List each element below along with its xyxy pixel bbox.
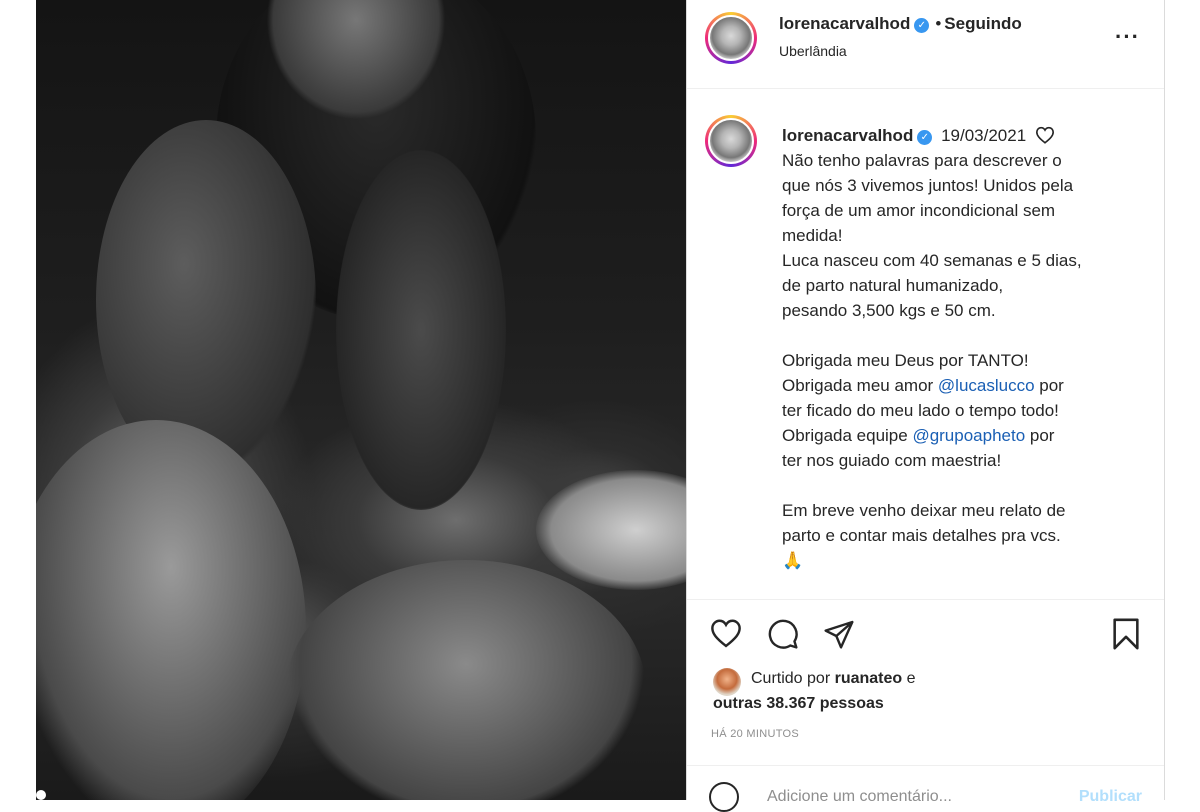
caption-line: pesando 3,500 kgs e 50 cm.	[782, 301, 996, 320]
caption-line: medida!	[782, 226, 843, 245]
caption-text-segment: por	[1034, 376, 1064, 395]
caption-username[interactable]: lorenacarvalhod	[782, 126, 913, 145]
liker-avatar[interactable]	[713, 668, 741, 696]
caption-line: ter nos guiado com maestria!	[782, 451, 1002, 470]
bookmark-icon[interactable]	[1111, 617, 1141, 651]
comment-icon[interactable]	[767, 618, 799, 650]
pray-emoji: 🙏	[782, 551, 804, 570]
caption-line: Luca nasceu com 40 semanas e 5 dias,	[782, 251, 1082, 270]
verified-badge-icon: ✓	[917, 130, 933, 145]
caption-line: de parto natural humanizado,	[782, 276, 1004, 295]
caption-area: lorenacarvalhod ✓ 19/03/2021 Não tenho pa…	[687, 89, 1164, 599]
post-timestamp[interactable]: HÁ 20 MINUTOS	[711, 728, 799, 740]
caption-text-segment: Obrigada meu amor	[782, 376, 938, 395]
likes-prefix: Curtido por	[751, 670, 835, 687]
mention-link[interactable]: @grupoapheto	[912, 426, 1025, 445]
caption-line: parto e contar mais detalhes pra vcs.	[782, 526, 1061, 545]
caption-like-heart-icon[interactable]	[1035, 126, 1055, 144]
caption-line: ter ficado do meu lado o tempo todo!	[782, 401, 1059, 420]
publish-button[interactable]: Publicar	[1079, 788, 1142, 806]
likes-summary[interactable]: Curtido por ruanateo e outras 38.367 pes…	[713, 666, 916, 716]
separator-dot: •	[935, 14, 942, 33]
caption-line: força de um amor incondicional sem	[782, 201, 1056, 220]
author-avatar[interactable]	[705, 12, 757, 64]
comment-input[interactable]: Adicione um comentário...	[767, 788, 952, 806]
caption-author-avatar[interactable]	[705, 115, 757, 167]
verified-badge-icon: ✓	[914, 18, 930, 33]
caption-line: que nós 3 vivemos juntos! Unidos pela	[782, 176, 1074, 195]
likes-others[interactable]: outras 38.367 pessoas	[713, 695, 884, 712]
post-actions: Curtido por ruanateo e outras 38.367 pes…	[687, 599, 1164, 812]
more-options-icon[interactable]: ···	[1115, 24, 1140, 50]
caption-line: Obrigada meu Deus por TANTO!	[782, 351, 1029, 370]
caption-text: lorenacarvalhod ✓ 19/03/2021 Não tenho pa…	[782, 123, 1132, 573]
like-heart-icon[interactable]	[709, 618, 743, 648]
likes-mid: e	[902, 670, 916, 687]
post-location[interactable]: Uberlândia	[779, 43, 847, 59]
follow-status-button[interactable]: Seguindo	[944, 14, 1021, 33]
author-username[interactable]: lorenacarvalhod	[779, 14, 910, 33]
post-photo[interactable]	[36, 0, 686, 800]
liker-username[interactable]: ruanateo	[835, 670, 903, 687]
caption-line: Em breve venho deixar meu relato de	[782, 501, 1066, 520]
caption-text-segment: Obrigada equipe	[782, 426, 913, 445]
emoji-picker-icon[interactable]	[709, 782, 739, 812]
mention-link[interactable]: @lucaslucco	[938, 376, 1035, 395]
caption-date: 19/03/2021	[941, 126, 1027, 145]
share-direct-icon[interactable]	[823, 618, 855, 650]
caption-text-segment: por	[1025, 426, 1055, 445]
post-header: lorenacarvalhod ✓ • Seguindo Uberlândia ···	[687, 0, 1164, 89]
post-side-panel: lorenacarvalhod ✓ • Seguindo Uberlândia ···…	[686, 0, 1165, 812]
caption-line: Não tenho palavras para descrever o	[782, 151, 1062, 170]
